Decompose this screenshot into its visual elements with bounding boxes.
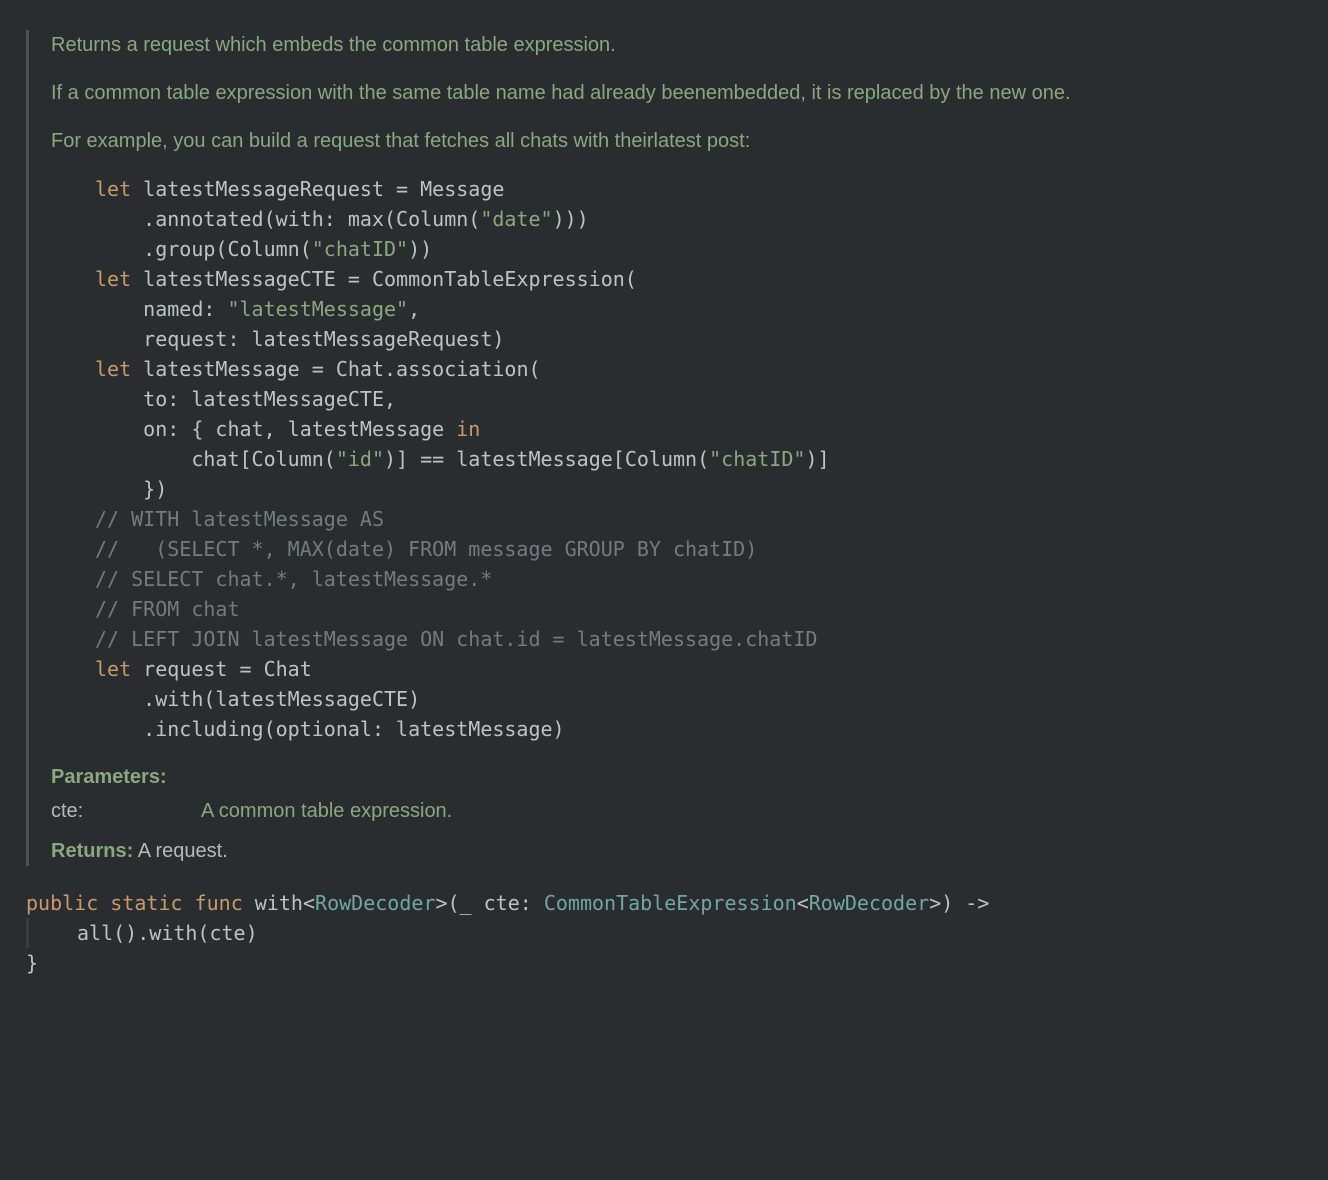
parameters-heading: Parameters: bbox=[51, 762, 1302, 792]
keyword-let: let bbox=[95, 177, 131, 201]
closing-brace: } bbox=[26, 951, 38, 975]
documentation-block: Returns a request which embeds the commo… bbox=[26, 30, 1302, 866]
code-comment: // (SELECT *, MAX(date) FROM message GRO… bbox=[95, 537, 757, 561]
doc-detail: If a common table expression with the sa… bbox=[51, 78, 1302, 108]
function-signature: public static func with<RowDecoder>(_ ct… bbox=[26, 888, 1302, 978]
type-rowdecoder: RowDecoder bbox=[315, 891, 435, 915]
doc-summary: Returns a request which embeds the commo… bbox=[51, 30, 1302, 60]
keyword-public: public bbox=[26, 891, 98, 915]
returns-row: Returns: A request. bbox=[51, 836, 1302, 866]
keyword-let: let bbox=[95, 657, 131, 681]
code-comment: // LEFT JOIN latestMessage ON chat.id = … bbox=[95, 627, 817, 651]
keyword-in: in bbox=[456, 417, 480, 441]
parameter-description: A common table expression. bbox=[201, 796, 452, 826]
keyword-let: let bbox=[95, 357, 131, 381]
type-commontableexpression: CommonTableExpression bbox=[544, 891, 797, 915]
parameter-row: cte: A common table expression. bbox=[51, 796, 1302, 826]
returns-label: Returns: bbox=[51, 840, 133, 862]
type-rowdecoder: RowDecoder bbox=[809, 891, 929, 915]
keyword-static: static bbox=[110, 891, 182, 915]
function-body: all().with(cte) bbox=[26, 918, 1302, 948]
example-code-block: let latestMessageRequest = Message .anno… bbox=[95, 174, 1302, 744]
keyword-let: let bbox=[95, 267, 131, 291]
code-comment: // WITH latestMessage AS bbox=[95, 507, 384, 531]
keyword-func: func bbox=[195, 891, 243, 915]
code-comment: // SELECT chat.*, latestMessage.* bbox=[95, 567, 492, 591]
returns-value: A request. bbox=[138, 840, 228, 862]
parameter-name: cte: bbox=[51, 796, 201, 826]
doc-example-intro: For example, you can build a request tha… bbox=[51, 126, 1302, 156]
code-comment: // FROM chat bbox=[95, 597, 240, 621]
